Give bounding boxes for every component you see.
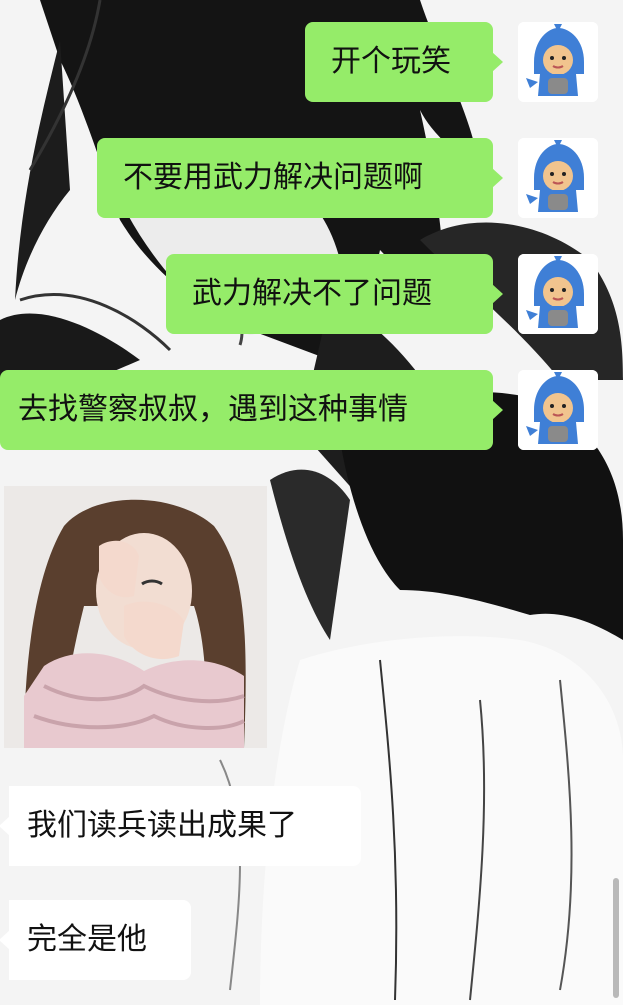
sent-message-bubble[interactable]: 不要用武力解决问题啊 [97, 138, 503, 218]
sent-message-bubble[interactable]: 武力解决不了问题 [166, 254, 503, 334]
crying-girl-sticker [4, 486, 267, 748]
received-message-bubble[interactable]: 完全是他 [0, 900, 191, 980]
self-avatar[interactable] [518, 254, 598, 334]
message-text: 武力解决不了问题 [192, 276, 432, 311]
sent-message-bubble[interactable]: 去找警察叔叔，遇到这种事情 [0, 370, 503, 450]
shark-hoodie-avatar-icon [518, 138, 598, 218]
chat-scrollbar[interactable] [613, 878, 619, 998]
shark-hoodie-avatar-icon [518, 22, 598, 102]
message-text: 开个玩笑 [331, 44, 451, 79]
self-avatar[interactable] [518, 138, 598, 218]
received-sticker-image[interactable] [4, 486, 267, 748]
message-text: 去找警察叔叔，遇到这种事情 [18, 392, 408, 427]
message-text: 我们读兵读出成果了 [27, 808, 297, 843]
shark-hoodie-avatar-icon [518, 370, 598, 450]
message-text: 完全是他 [27, 922, 147, 957]
self-avatar[interactable] [518, 22, 598, 102]
shark-hoodie-avatar-icon [518, 254, 598, 334]
message-text: 不要用武力解决问题啊 [123, 160, 423, 195]
sent-message-bubble[interactable]: 开个玩笑 [305, 22, 503, 102]
self-avatar[interactable] [518, 370, 598, 450]
received-message-bubble[interactable]: 我们读兵读出成果了 [0, 786, 361, 866]
